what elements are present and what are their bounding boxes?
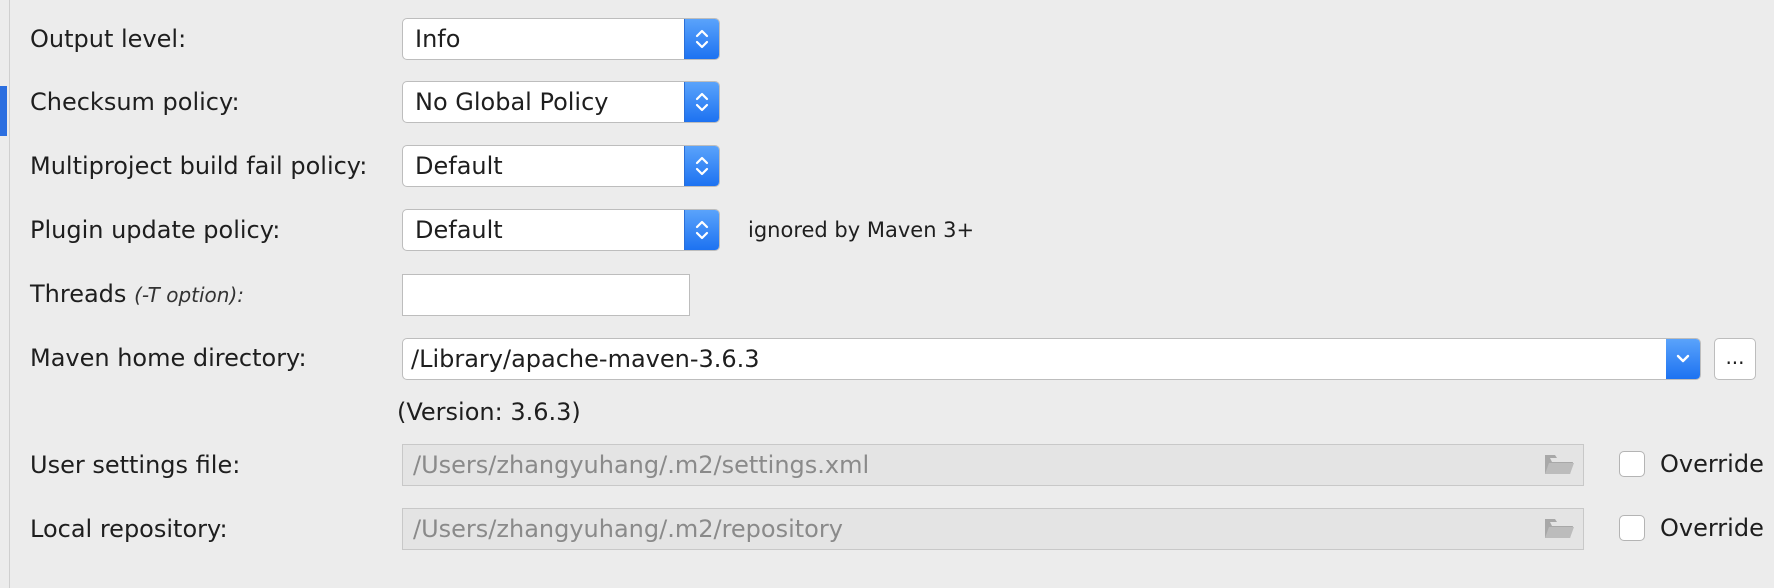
chevron-up-down-icon[interactable] bbox=[684, 19, 719, 59]
user-settings-field: /Users/zhangyuhang/.m2/settings.xml bbox=[402, 444, 1584, 486]
output-level-select[interactable]: Info bbox=[402, 18, 720, 60]
plugin-update-select[interactable]: Default bbox=[402, 209, 720, 251]
maven-version-text: (Version: 3.6.3) bbox=[397, 398, 581, 426]
local-repo-label: Local repository: bbox=[30, 515, 228, 543]
chevron-up-down-icon[interactable] bbox=[684, 210, 719, 250]
user-settings-label: User settings file: bbox=[30, 451, 241, 479]
fail-policy-value: Default bbox=[415, 152, 503, 180]
plugin-update-note: ignored by Maven 3+ bbox=[748, 218, 975, 242]
checksum-policy-value: No Global Policy bbox=[415, 88, 609, 116]
local-repo-override-label[interactable]: Override bbox=[1660, 513, 1764, 543]
checksum-policy-select[interactable]: No Global Policy bbox=[402, 81, 720, 123]
chevron-up-down-icon[interactable] bbox=[684, 82, 719, 122]
threads-input[interactable] bbox=[402, 274, 690, 316]
chevron-down-icon[interactable] bbox=[1666, 339, 1700, 379]
threads-label-text: Threads bbox=[30, 280, 127, 308]
user-settings-value: /Users/zhangyuhang/.m2/settings.xml bbox=[413, 451, 870, 479]
output-level-value: Info bbox=[415, 25, 461, 53]
folder-icon bbox=[1543, 453, 1575, 481]
fail-policy-label: Multiproject build fail policy: bbox=[30, 152, 368, 180]
output-level-label: Output level: bbox=[30, 25, 187, 53]
user-settings-override-checkbox[interactable] bbox=[1619, 451, 1645, 477]
maven-home-value: /Library/apache-maven-3.6.3 bbox=[411, 345, 760, 373]
threads-label: Threads (-T option): bbox=[30, 279, 244, 310]
maven-home-browse-button[interactable]: ... bbox=[1714, 338, 1756, 380]
chevron-up-down-icon[interactable] bbox=[684, 146, 719, 186]
local-repo-override-checkbox[interactable] bbox=[1619, 515, 1645, 541]
maven-home-select[interactable]: /Library/apache-maven-3.6.3 bbox=[402, 338, 1701, 380]
maven-home-label: Maven home directory: bbox=[30, 344, 307, 372]
threads-hint: (-T option): bbox=[134, 283, 244, 307]
user-settings-override-label[interactable]: Override bbox=[1660, 449, 1764, 479]
plugin-update-label: Plugin update policy: bbox=[30, 216, 281, 244]
local-repo-field: /Users/zhangyuhang/.m2/repository bbox=[402, 508, 1584, 550]
folder-icon bbox=[1543, 517, 1575, 545]
checksum-policy-label: Checksum policy: bbox=[30, 88, 240, 116]
selection-accent-bar bbox=[0, 86, 7, 136]
fail-policy-select[interactable]: Default bbox=[402, 145, 720, 187]
plugin-update-value: Default bbox=[415, 216, 503, 244]
local-repo-value: /Users/zhangyuhang/.m2/repository bbox=[413, 515, 843, 543]
